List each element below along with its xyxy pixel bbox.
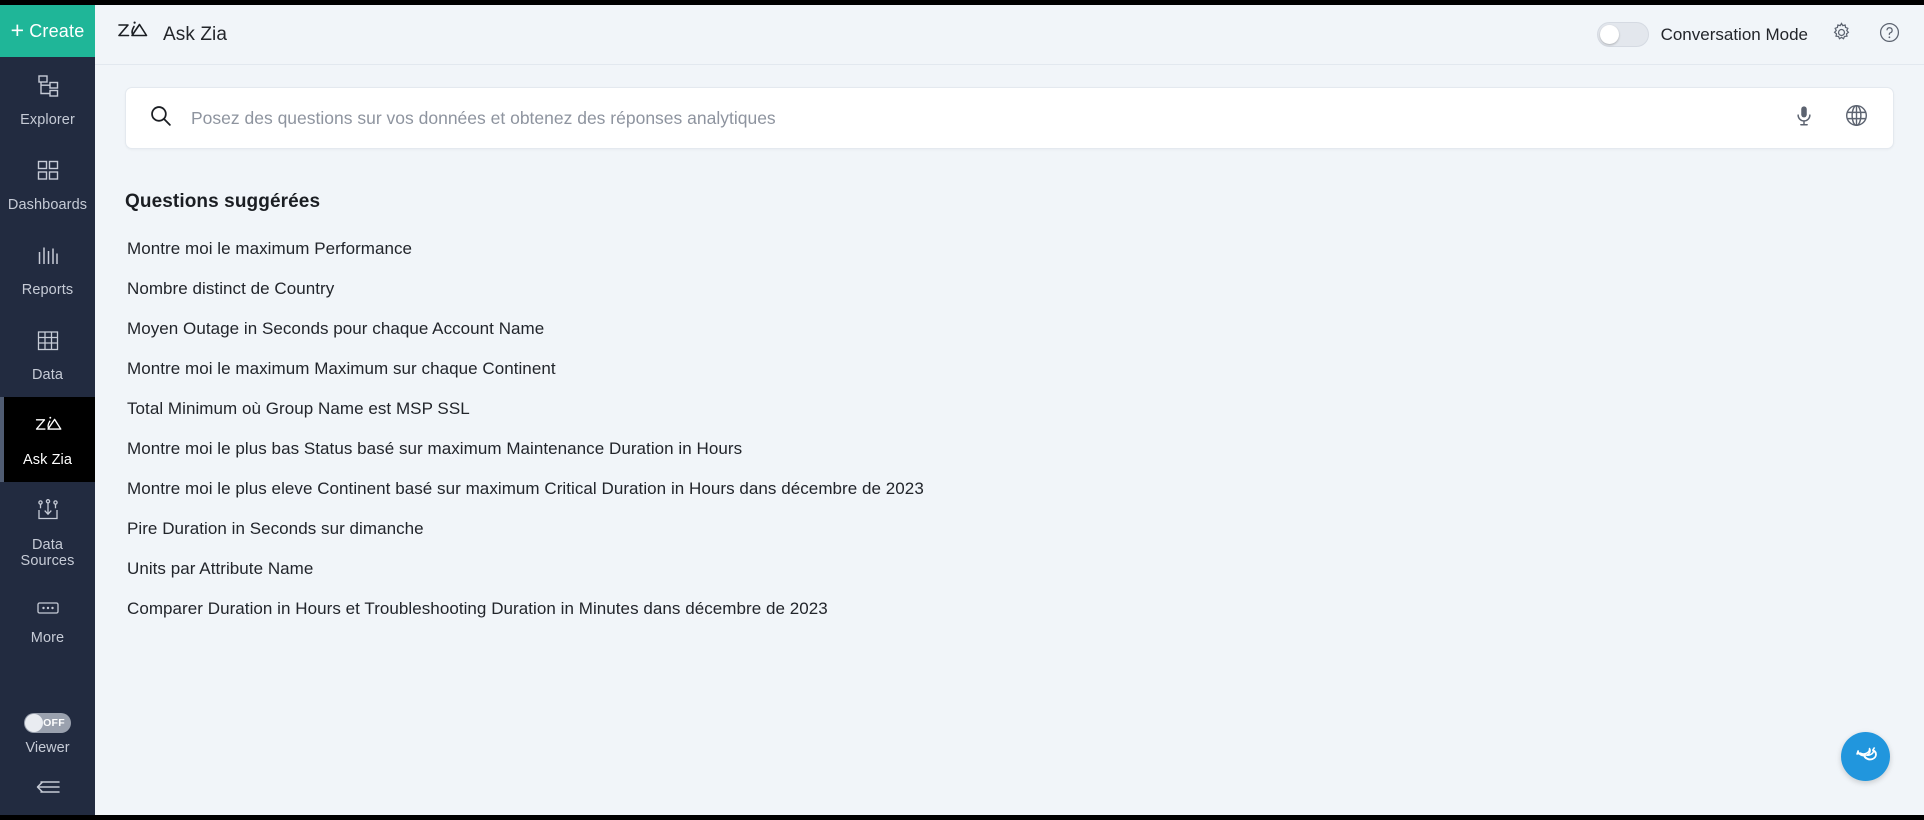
- conversation-toggle-knob: [1599, 25, 1619, 44]
- suggested-questions-section: Questions suggérées Montre moi le maximu…: [125, 191, 1894, 629]
- sidebar-item-ask-zia[interactable]: Ask Zia: [0, 397, 95, 482]
- voice-input-button[interactable]: [1789, 103, 1819, 133]
- create-button[interactable]: + Create: [0, 5, 95, 57]
- sidebar-item-dashboards[interactable]: Dashboards: [0, 142, 95, 227]
- gear-icon: [1830, 21, 1853, 49]
- sidebar-item-more[interactable]: More: [0, 583, 95, 660]
- help-circle-icon: [1878, 21, 1901, 49]
- sidebar-nav: Explorer Dashboards Reports Data Ask Zia…: [0, 57, 95, 815]
- suggested-question-item[interactable]: Units par Attribute Name: [125, 549, 315, 589]
- suggested-question-item[interactable]: Montre moi le maximum Maximum sur chaque…: [125, 349, 558, 389]
- collapse-sidebar-button[interactable]: [0, 770, 95, 815]
- suggested-question-item[interactable]: Total Minimum où Group Name est MSP SSL: [125, 389, 472, 429]
- suggested-question-item[interactable]: Montre moi le maximum Performance: [125, 229, 414, 269]
- sidebar-item-data-sources[interactable]: Data Sources: [0, 482, 95, 583]
- conversation-mode-label: Conversation Mode: [1660, 24, 1808, 44]
- collapse-left-icon: [33, 778, 63, 801]
- header-title-group: Ask Zia: [115, 19, 227, 50]
- plus-icon: +: [10, 16, 25, 43]
- globe-icon: [1844, 103, 1869, 133]
- main-sidebar: + Create Explorer Dashboards Reports Dat…: [0, 5, 95, 815]
- main-area: Ask Zia Conversation Mode Posez des ques…: [95, 5, 1924, 815]
- sidebar-item-label: More: [30, 630, 65, 646]
- viewer-mode-toggle[interactable]: OFF Viewer: [0, 703, 95, 770]
- ellipsis-icon: [35, 599, 61, 622]
- page-title: Ask Zia: [163, 23, 228, 45]
- suggested-question-item[interactable]: Moyen Outage in Seconds pour chaque Acco…: [125, 309, 546, 349]
- help-button[interactable]: [1874, 20, 1904, 50]
- bar-chart-icon: [35, 243, 61, 274]
- sidebar-item-label: Data: [31, 367, 64, 383]
- hierarchy-icon: [35, 73, 61, 104]
- top-header: Ask Zia Conversation Mode: [95, 5, 1924, 65]
- suggested-question-item[interactable]: Montre moi le plus bas Status basé sur m…: [125, 429, 744, 469]
- sidebar-item-label: Reports: [21, 282, 74, 298]
- chat-bubbles-icon: [1853, 741, 1879, 772]
- settings-button[interactable]: [1826, 20, 1856, 50]
- suggested-question-item[interactable]: Nombre distinct de Country: [125, 269, 336, 309]
- language-button[interactable]: [1841, 103, 1871, 133]
- header-actions: Conversation Mode: [1596, 20, 1904, 50]
- sidebar-item-data[interactable]: Data: [0, 312, 95, 397]
- app-window: + Create Explorer Dashboards Reports Dat…: [0, 0, 1924, 820]
- table-icon: [35, 328, 61, 359]
- search-input[interactable]: [191, 107, 1771, 129]
- viewer-toggle-knob: [25, 714, 43, 732]
- suggested-question-item[interactable]: Montre moi le plus eleve Continent basé …: [125, 469, 926, 509]
- suggested-questions-list: Montre moi le maximum Performance Nombre…: [125, 229, 1894, 629]
- sidebar-item-explorer[interactable]: Explorer: [0, 57, 95, 142]
- search-bar[interactable]: [125, 87, 1894, 149]
- suggested-question-item[interactable]: Comparer Duration in Hours et Troublesho…: [125, 589, 830, 629]
- zia-logo-icon: [33, 413, 63, 444]
- zia-logo-icon: [115, 19, 149, 50]
- sidebar-item-label: Dashboards: [7, 197, 88, 213]
- conversation-mode-toggle[interactable]: [1596, 22, 1649, 47]
- content-area: Questions suggérées Montre moi le maximu…: [95, 65, 1924, 815]
- microphone-icon: [1793, 104, 1815, 133]
- suggested-questions-title: Questions suggérées: [125, 191, 321, 212]
- conversation-mode-control[interactable]: Conversation Mode: [1596, 22, 1808, 47]
- viewer-toggle-state: OFF: [43, 717, 65, 729]
- sidebar-item-label: Explorer: [20, 112, 75, 128]
- sidebar-item-label: Ask Zia: [22, 452, 73, 468]
- create-button-label: Create: [29, 20, 85, 41]
- viewer-label: Viewer: [25, 740, 70, 756]
- suggested-question-item[interactable]: Pire Duration in Seconds sur dimanche: [125, 509, 426, 549]
- search-actions: [1789, 103, 1871, 133]
- support-chat-button[interactable]: [1841, 732, 1890, 781]
- import-icon: [35, 498, 61, 529]
- grid-icon: [35, 158, 61, 189]
- viewer-toggle-switch[interactable]: OFF: [24, 713, 71, 733]
- sidebar-item-reports[interactable]: Reports: [0, 227, 95, 312]
- search-icon: [148, 103, 173, 133]
- sidebar-item-label: Data Sources: [20, 537, 75, 569]
